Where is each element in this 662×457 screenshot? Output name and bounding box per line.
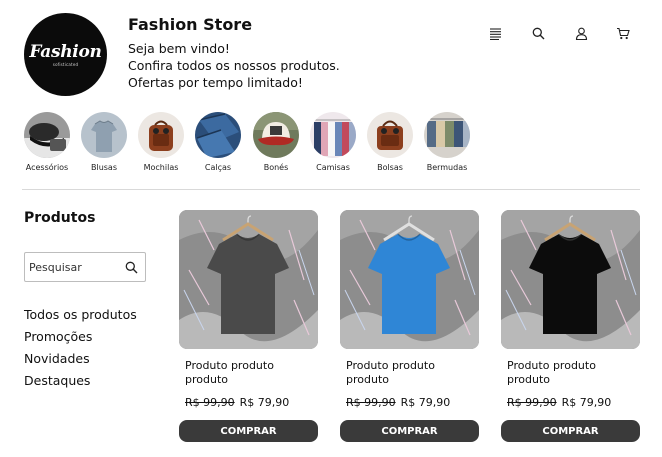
old-price: R$ 99,90 bbox=[346, 396, 396, 409]
current-price: R$ 79,90 bbox=[239, 396, 290, 409]
section-divider bbox=[22, 189, 640, 190]
welcome-line: Seja bem vindo! bbox=[128, 41, 230, 56]
buy-button[interactable]: COMPRAR bbox=[179, 420, 318, 442]
sidebar-link-new[interactable]: Novidades bbox=[24, 348, 137, 370]
welcome-message: Seja bem vindo! Confira todos os nossos … bbox=[128, 40, 340, 91]
search-box bbox=[24, 252, 146, 282]
shorts-photo bbox=[424, 112, 470, 158]
product-card: Produto produto produto R$ 99,90 R$ 79,90… bbox=[340, 210, 479, 442]
product-image[interactable] bbox=[501, 210, 640, 349]
search-input[interactable] bbox=[29, 260, 123, 274]
search-icon[interactable] bbox=[123, 259, 139, 275]
product-image[interactable] bbox=[340, 210, 479, 349]
category-bermudas[interactable]: Bermudas bbox=[417, 112, 477, 172]
category-mochilas[interactable]: Mochilas bbox=[131, 112, 191, 172]
product-prices: R$ 99,90 R$ 79,90 bbox=[179, 396, 318, 409]
category-label: Calças bbox=[204, 163, 232, 172]
product-prices: R$ 99,90 R$ 79,90 bbox=[501, 396, 640, 409]
hanging-shirts-photo bbox=[310, 112, 356, 158]
category-label: Mochilas bbox=[143, 163, 179, 172]
sidebar-title: Produtos bbox=[24, 210, 96, 226]
category-label: Blusas bbox=[90, 163, 118, 172]
welcome-line: Confira todos os nossos produtos. bbox=[128, 58, 340, 73]
product-card: Produto produto produto R$ 99,90 R$ 79,90… bbox=[179, 210, 318, 442]
category-label: Bermudas bbox=[426, 163, 468, 172]
backpack-photo bbox=[138, 112, 184, 158]
bag-photo bbox=[367, 112, 413, 158]
category-label: Acessórios bbox=[25, 163, 69, 172]
logo-subtext: sofisticated bbox=[52, 61, 79, 67]
category-accessories[interactable]: Acessórios bbox=[17, 112, 77, 172]
sidebar-nav: Todos os produtos Promoções Novidades De… bbox=[24, 304, 137, 392]
search-icon[interactable] bbox=[531, 26, 545, 40]
store-name: Fashion Store bbox=[128, 15, 253, 34]
product-card: Produto produto produto R$ 99,90 R$ 79,90… bbox=[501, 210, 640, 442]
old-price: R$ 99,90 bbox=[185, 396, 235, 409]
category-bolsas[interactable]: Bolsas bbox=[360, 112, 420, 172]
product-name[interactable]: Produto produto produto bbox=[501, 359, 621, 387]
jeans-photo bbox=[195, 112, 241, 158]
current-price: R$ 79,90 bbox=[400, 396, 451, 409]
current-price: R$ 79,90 bbox=[561, 396, 612, 409]
buy-button[interactable]: COMPRAR bbox=[501, 420, 640, 442]
old-price: R$ 99,90 bbox=[507, 396, 557, 409]
category-bones[interactable]: Bonés bbox=[246, 112, 306, 172]
product-name[interactable]: Produto produto produto bbox=[179, 359, 299, 387]
logo-text: Fashion bbox=[29, 41, 102, 62]
sidebar-link-all-products[interactable]: Todos os produtos bbox=[24, 304, 137, 326]
category-blusas[interactable]: Blusas bbox=[74, 112, 134, 172]
cap-and-bag-photo bbox=[24, 112, 70, 158]
sidebar-link-highlights[interactable]: Destaques bbox=[24, 370, 137, 392]
menu-icon[interactable] bbox=[488, 26, 502, 40]
shirt-photo bbox=[81, 112, 127, 158]
category-label: Camisas bbox=[316, 163, 350, 172]
cap-photo bbox=[253, 112, 299, 158]
user-icon[interactable] bbox=[574, 26, 588, 40]
product-name[interactable]: Produto produto produto bbox=[340, 359, 460, 387]
category-label: Bolsas bbox=[377, 163, 403, 172]
category-label: Bonés bbox=[263, 163, 289, 172]
category-calcas[interactable]: Calças bbox=[188, 112, 248, 172]
sidebar-link-promotions[interactable]: Promoções bbox=[24, 326, 137, 348]
welcome-line: Ofertas por tempo limitado! bbox=[128, 75, 303, 90]
cart-icon[interactable] bbox=[616, 26, 630, 40]
product-image[interactable] bbox=[179, 210, 318, 349]
store-logo[interactable]: Fashion sofisticated bbox=[24, 13, 107, 96]
category-camisas[interactable]: Camisas bbox=[303, 112, 363, 172]
buy-button[interactable]: COMPRAR bbox=[340, 420, 479, 442]
product-prices: R$ 99,90 R$ 79,90 bbox=[340, 396, 479, 409]
